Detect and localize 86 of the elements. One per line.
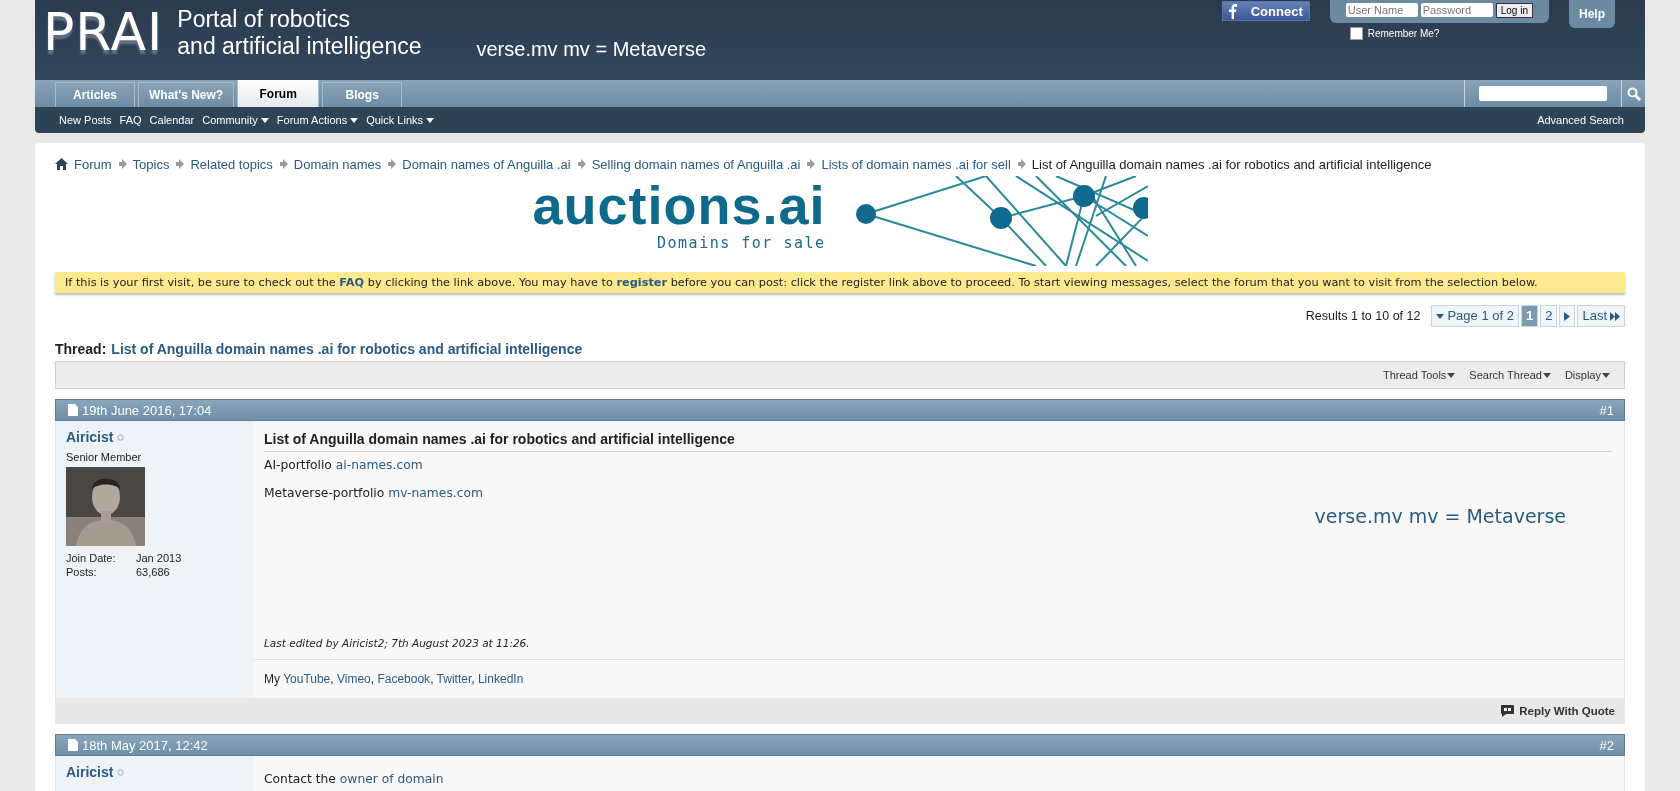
remember-label: Remember Me? [1367,28,1440,39]
caret-icon [260,117,269,123]
subnav-link[interactable]: FAQ [119,114,142,126]
link[interactable]: LinkedIn [477,672,524,686]
link[interactable]: register [616,276,668,289]
breadcrumb-current: List of Anguilla domain names .ai for robotics and artificial intelligence [1031,156,1432,172]
next-icon [1564,311,1571,321]
advanced-search-link[interactable]: Advanced Search [1537,114,1624,126]
results-count: Results 1 to 10 of 12 [1305,309,1421,323]
link[interactable]: ai-names.com [335,458,423,472]
help-button[interactable]: Help [1569,0,1615,28]
edit-note: Last edited by Airicist2; 7th August 2023 at 11:26. [264,637,530,649]
post-note: verse.mv mv = Metaverse [1314,505,1566,527]
caret-icon [1436,313,1445,319]
username-link[interactable]: Airicist [66,429,125,445]
post-text: Metaverse-portfolio mv-names.com [264,486,484,500]
document-icon [68,739,78,751]
breadcrumb-link[interactable]: Domain names [293,156,382,172]
caret-icon [350,117,359,123]
arrow-icon [175,159,185,169]
caret-icon [426,117,435,123]
toolbar-menu[interactable]: Search Thread [1469,369,1551,381]
post-text: Contact the owner of domain [264,772,445,786]
home-icon[interactable] [55,158,68,170]
banner-title[interactable]: auctions.ai [532,176,826,234]
user-rank: Senior Member [66,451,143,463]
post-text: AI-portfolio ai-names.com [264,458,424,472]
subnav-link[interactable]: Forum Actions [276,114,359,126]
next-page-button[interactable] [1559,305,1576,327]
arrow-icon [806,159,816,169]
breadcrumb-link[interactable]: Forum [74,156,112,172]
stat-label: Posts: [66,566,98,578]
slogan: verse.mv mv = Metaverse [476,38,706,62]
arrow-icon [576,159,586,169]
remember-checkbox[interactable] [1349,27,1363,40]
caret-icon [1602,372,1610,378]
breadcrumb-link[interactable]: Domain names of Anguilla .ai [402,156,571,172]
password-field[interactable]: Password [1420,3,1493,17]
breadcrumb-link[interactable]: Related topics [190,156,273,172]
tagline: and artificial intelligence [177,33,422,60]
reply-with-quote-link[interactable]: Reply With Quote [1501,705,1615,717]
stat-value: 63,686 [136,566,171,578]
thread-title-link[interactable]: List of Anguilla domain names .ai for robotics and artificial intelligence [111,341,583,357]
link[interactable]: FAQ [339,276,365,289]
caret-icon [1447,372,1456,378]
notice-text: If this is your first visit, be sure to check out the FAQ by clicking the link above. You may have to register before you can post: click the register link above to proceed. To start viewing messages, select the forum that you want to visit from the selection below. [55,272,1625,293]
subnav-link[interactable]: Quick Links [366,114,435,126]
login-button[interactable]: Log in [1495,3,1533,18]
link[interactable]: mv-names.com [388,486,483,500]
facebook-icon [1228,3,1237,19]
arrow-icon [1016,159,1026,169]
link[interactable]: owner of domain [339,772,444,786]
document-icon [68,404,78,416]
fast-forward-icon [1610,311,1620,321]
thread-label: Thread: [55,341,107,357]
logo[interactable]: PRAI [43,0,164,62]
quote-icon [1501,705,1515,717]
post-date: 19th June 2016, 17:04 [82,402,212,418]
link[interactable]: Twitter [436,672,472,686]
facebook-connect-button[interactable]: Connect [1221,1,1310,21]
breadcrumb-link[interactable]: Selling domain names of Anguilla .ai [591,156,801,172]
stat-value: Jan 2013 [136,552,183,564]
tagline: Portal of robotics [177,6,351,33]
username-field[interactable]: User Name [1345,3,1418,17]
arrow-icon [117,159,127,169]
subnav-link[interactable]: Calendar [149,114,195,126]
search-field[interactable] [1479,86,1607,101]
page-jump-button[interactable]: Page 1 of 2 [1431,305,1519,327]
post-title: List of Anguilla domain names .ai for robotics and artificial intelligence [264,431,1612,452]
stat-label: Join Date: [66,552,117,564]
username-link[interactable]: Airicist [66,764,125,780]
toolbar-menu[interactable]: Display [1564,369,1610,381]
subnav-link[interactable]: Community [202,114,269,126]
breadcrumb-link[interactable]: Lists of domain names .ai for sell [821,156,1011,172]
search-icon [1626,86,1641,101]
banner-subtitle: Domains for sale [657,234,826,252]
toolbar-menu[interactable]: Thread Tools [1382,369,1456,381]
breadcrumb-link[interactable]: Topics [132,156,170,172]
last-page-button[interactable]: Last [1577,305,1625,327]
subnav-link[interactable]: New Posts [59,114,112,126]
arrow-icon [387,159,397,169]
caret-icon [1542,372,1551,378]
post-date: 18th May 2017, 12:42 [82,737,208,753]
link[interactable]: Vimeo [336,672,371,686]
page-button[interactable]: 2 [1540,305,1558,327]
arrow-icon [278,159,288,169]
